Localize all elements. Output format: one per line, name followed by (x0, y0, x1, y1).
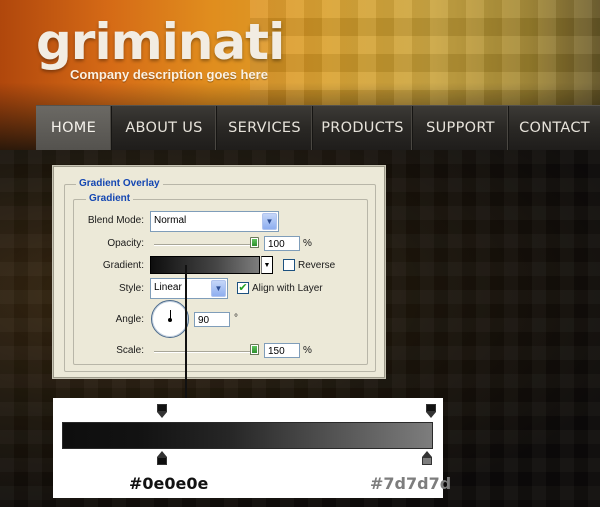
gradient-overlay-title: Gradient Overlay (76, 178, 163, 189)
angle-dial-center (168, 318, 172, 322)
nav-item-support[interactable]: SUPPORT (413, 106, 509, 150)
checkmark-icon: ✔ (238, 282, 248, 294)
pointer-arrow-line (185, 265, 187, 410)
opacity-stop-right[interactable] (426, 404, 436, 418)
site-logo[interactable]: griminati (36, 14, 285, 70)
scale-input[interactable]: 150 (264, 343, 300, 358)
gradient-overlay-dialog: Gradient Overlay Gradient Blend Mode: No… (53, 166, 385, 378)
chevron-down-icon: ▼ (262, 213, 277, 230)
style-label: Style: (118, 283, 144, 294)
opacity-slider-track[interactable] (154, 244, 257, 246)
color-stop-right[interactable] (422, 451, 432, 465)
scale-slider-track[interactable] (154, 351, 257, 353)
align-with-layer-label: Align with Layer (252, 283, 323, 294)
reverse-label: Reverse (298, 260, 336, 271)
style-value: Linear (154, 282, 182, 293)
style-select[interactable]: Linear ▼ (150, 278, 228, 299)
scale-slider-thumb[interactable] (250, 344, 259, 355)
blend-mode-label: Blend Mode: (87, 215, 144, 226)
gradient-bar[interactable] (62, 422, 433, 449)
opacity-input[interactable]: 100 (264, 236, 300, 251)
opacity-unit: % (303, 238, 312, 249)
nav-item-about-us[interactable]: ABOUT US (112, 106, 217, 150)
header-tile-pattern (250, 0, 600, 110)
start-color-label: #0e0e0e (129, 474, 209, 493)
opacity-slider-thumb[interactable] (250, 237, 259, 248)
gradient-label: Gradient: (102, 260, 144, 271)
align-with-layer-checkbox[interactable]: ✔ (237, 282, 249, 294)
site-tagline: Company description goes here (70, 67, 268, 82)
scale-unit: % (303, 345, 312, 356)
chevron-down-icon: ▼ (211, 280, 226, 297)
angle-label: Angle: (115, 314, 144, 325)
end-color-label: #7d7d7d (370, 474, 452, 493)
nav-item-products[interactable]: PRODUCTS (313, 106, 413, 150)
opacity-label: Opacity: (107, 238, 144, 249)
nav-item-home[interactable]: HOME (36, 106, 112, 150)
gradient-swatch[interactable] (150, 256, 260, 274)
gradient-editor: #0e0e0e #7d7d7d (53, 398, 451, 498)
gradient-subgroup-title: Gradient (86, 193, 134, 204)
color-stop-left[interactable] (157, 451, 167, 465)
angle-unit: ° (234, 313, 238, 324)
blend-mode-value: Normal (154, 215, 187, 226)
nav-item-services[interactable]: SERVICES (217, 106, 313, 150)
blend-mode-select[interactable]: Normal ▼ (150, 211, 279, 232)
nav-item-contact[interactable]: CONTACT (509, 106, 600, 150)
reverse-checkbox[interactable] (283, 259, 295, 271)
opacity-stop-left[interactable] (157, 404, 167, 418)
main-nav: HOME ABOUT US SERVICES PRODUCTS SUPPORT … (36, 105, 600, 150)
scale-label: Scale: (116, 345, 144, 356)
angle-input[interactable]: 90 (194, 312, 230, 327)
chevron-down-icon[interactable]: ▼ (261, 256, 273, 274)
angle-dial[interactable] (151, 300, 189, 338)
